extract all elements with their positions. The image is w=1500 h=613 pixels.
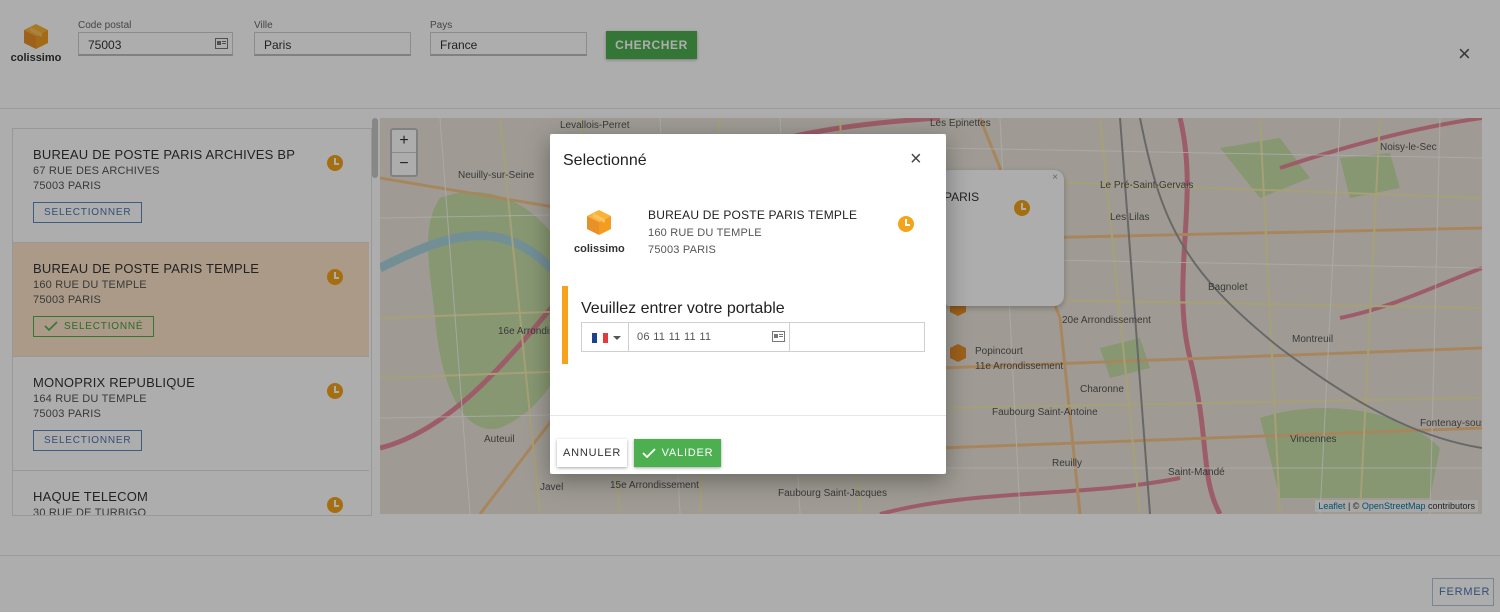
phone-input[interactable]: 06 11 11 11 11	[628, 323, 790, 351]
selected-pickup-name: BUREAU DE POSTE PARIS TEMPLE	[648, 208, 858, 222]
caret-down-icon	[613, 336, 621, 340]
country-flag-select[interactable]	[582, 323, 629, 351]
phone-input-group: 06 11 11 11 11	[581, 322, 925, 352]
package-icon	[587, 210, 611, 235]
contact-card-icon	[772, 331, 785, 342]
dialog-divider	[550, 415, 946, 416]
validate-button[interactable]: VALIDER	[634, 439, 721, 467]
clock-icon[interactable]	[898, 216, 914, 232]
validate-button-label: VALIDER	[661, 447, 714, 459]
selected-pickup-city: 75003 PARIS	[648, 244, 717, 256]
phone-label: Veuillez entrer votre portable	[581, 300, 785, 317]
check-icon	[641, 448, 656, 459]
dialog-title: Selectionné	[563, 152, 647, 169]
selection-dialog: Selectionné × colissimo BUREAU DE POSTE …	[550, 134, 946, 474]
cancel-button[interactable]: ANNULER	[557, 439, 627, 467]
phone-value: 06 11 11 11 11	[637, 331, 712, 343]
colissimo-logo: colissimo	[574, 208, 625, 255]
page: colissimo Code postal 75003 Ville Paris …	[0, 0, 1500, 613]
phone-section: Veuillez entrer votre portable 06 11 11 …	[562, 286, 932, 364]
selected-pickup-address: 160 RUE DU TEMPLE	[648, 227, 762, 239]
france-flag-icon	[592, 333, 608, 343]
logo-text: colissimo	[574, 243, 625, 255]
dialog-close-icon[interactable]: ×	[910, 148, 922, 171]
